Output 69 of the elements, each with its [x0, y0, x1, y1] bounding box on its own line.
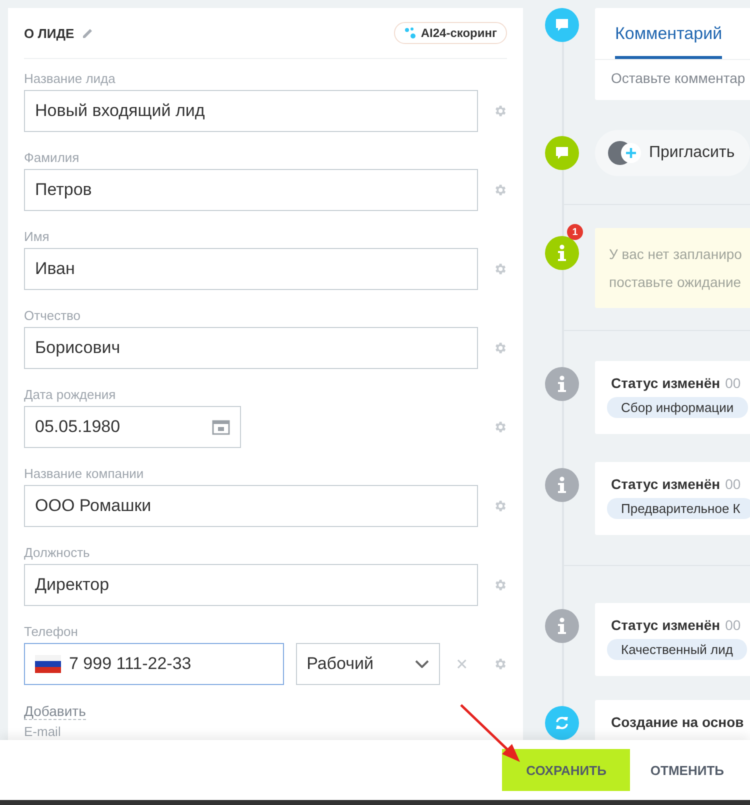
- save-button[interactable]: СОХРАНИТЬ: [502, 749, 630, 791]
- status-time: 00: [725, 476, 741, 492]
- field-value: 05.05.1980: [35, 417, 120, 437]
- tab[interactable]: Комментарий: [615, 8, 722, 59]
- status-tag: Качественный лид: [607, 639, 747, 660]
- status-time: 00: [725, 375, 741, 391]
- warning-text: У вас нет запланиро: [609, 245, 742, 264]
- field-label: Дата рождения: [24, 387, 117, 402]
- field-label: Название лида: [24, 71, 116, 86]
- field-value: Борисович: [35, 338, 120, 358]
- field-value: ООО Ромашки: [35, 496, 152, 516]
- info-icon: [556, 375, 568, 393]
- flag-icon: [35, 655, 61, 673]
- settings-icon[interactable]: [493, 341, 507, 355]
- nodes-icon: [404, 27, 416, 39]
- warning-text: поставьте ожидание: [609, 273, 742, 292]
- event-title: Создание на основ: [611, 714, 744, 730]
- pencil-icon[interactable]: [82, 27, 94, 39]
- text-field[interactable]: Директор: [24, 564, 478, 606]
- field-label: Отчество: [24, 308, 82, 323]
- text-field[interactable]: ООО Ромашки: [24, 485, 478, 527]
- close-icon[interactable]: [457, 659, 467, 669]
- settings-icon[interactable]: [493, 183, 507, 197]
- info-icon: [556, 617, 568, 635]
- refresh-icon: [554, 715, 570, 731]
- calendar-icon[interactable]: [212, 419, 230, 435]
- status-time: 00: [725, 617, 741, 633]
- cancel-button[interactable]: ОТМЕНИТЬ: [638, 749, 736, 791]
- text-field[interactable]: Петров: [24, 169, 478, 211]
- status-title: Статус изменён: [611, 617, 720, 633]
- field-value: Иван: [35, 259, 75, 279]
- invite-button[interactable]: Пригласить: [595, 130, 750, 176]
- field-label: Имя: [24, 229, 50, 244]
- chat-icon: [554, 17, 570, 33]
- settings-icon[interactable]: [493, 578, 507, 592]
- status-title: Статус изменён: [611, 476, 720, 492]
- text-field[interactable]: Борисович: [24, 327, 478, 369]
- field-label: Фамилия: [24, 150, 80, 165]
- chat-icon: [554, 145, 570, 161]
- field-label: Должность: [24, 545, 91, 560]
- scoring-button[interactable]: AI24-скоринг: [394, 22, 507, 44]
- field-value: Новый входящий лид: [35, 101, 205, 121]
- add-user-icon: [607, 140, 643, 166]
- field-label: Телефон: [24, 624, 79, 639]
- settings-icon[interactable]: [493, 657, 507, 671]
- text-field[interactable]: Иван: [24, 248, 478, 290]
- phone-value: 7 999 111-22-33: [69, 654, 192, 674]
- date-field[interactable]: 05.05.1980: [24, 406, 241, 448]
- comment-placeholder[interactable]: Оставьте комментар: [595, 59, 750, 100]
- field-value: Директор: [35, 575, 110, 595]
- status-tag: Сбор информации: [607, 397, 748, 418]
- field-label: E-mail: [24, 724, 62, 739]
- section-title: О ЛИДЕ: [24, 26, 74, 40]
- status-title: Статус изменён: [611, 375, 720, 391]
- field-value: Петров: [35, 180, 92, 200]
- notification-badge: 1: [567, 224, 583, 240]
- phone-field[interactable]: 7 999 111-22-33: [24, 643, 284, 685]
- text-field[interactable]: Новый входящий лид: [24, 90, 478, 132]
- info-icon: [556, 476, 568, 494]
- phone-type-select[interactable]: Рабочий: [296, 643, 440, 685]
- settings-icon[interactable]: [493, 262, 507, 276]
- settings-icon[interactable]: [493, 104, 507, 118]
- info-icon: [556, 244, 568, 262]
- chevron-icon: [415, 660, 430, 668]
- settings-icon[interactable]: [493, 420, 507, 434]
- field-label: Название компании: [24, 466, 145, 481]
- settings-icon[interactable]: [493, 499, 507, 513]
- add-link[interactable]: Добавить: [24, 703, 86, 720]
- status-tag: Предварительное К: [607, 498, 750, 519]
